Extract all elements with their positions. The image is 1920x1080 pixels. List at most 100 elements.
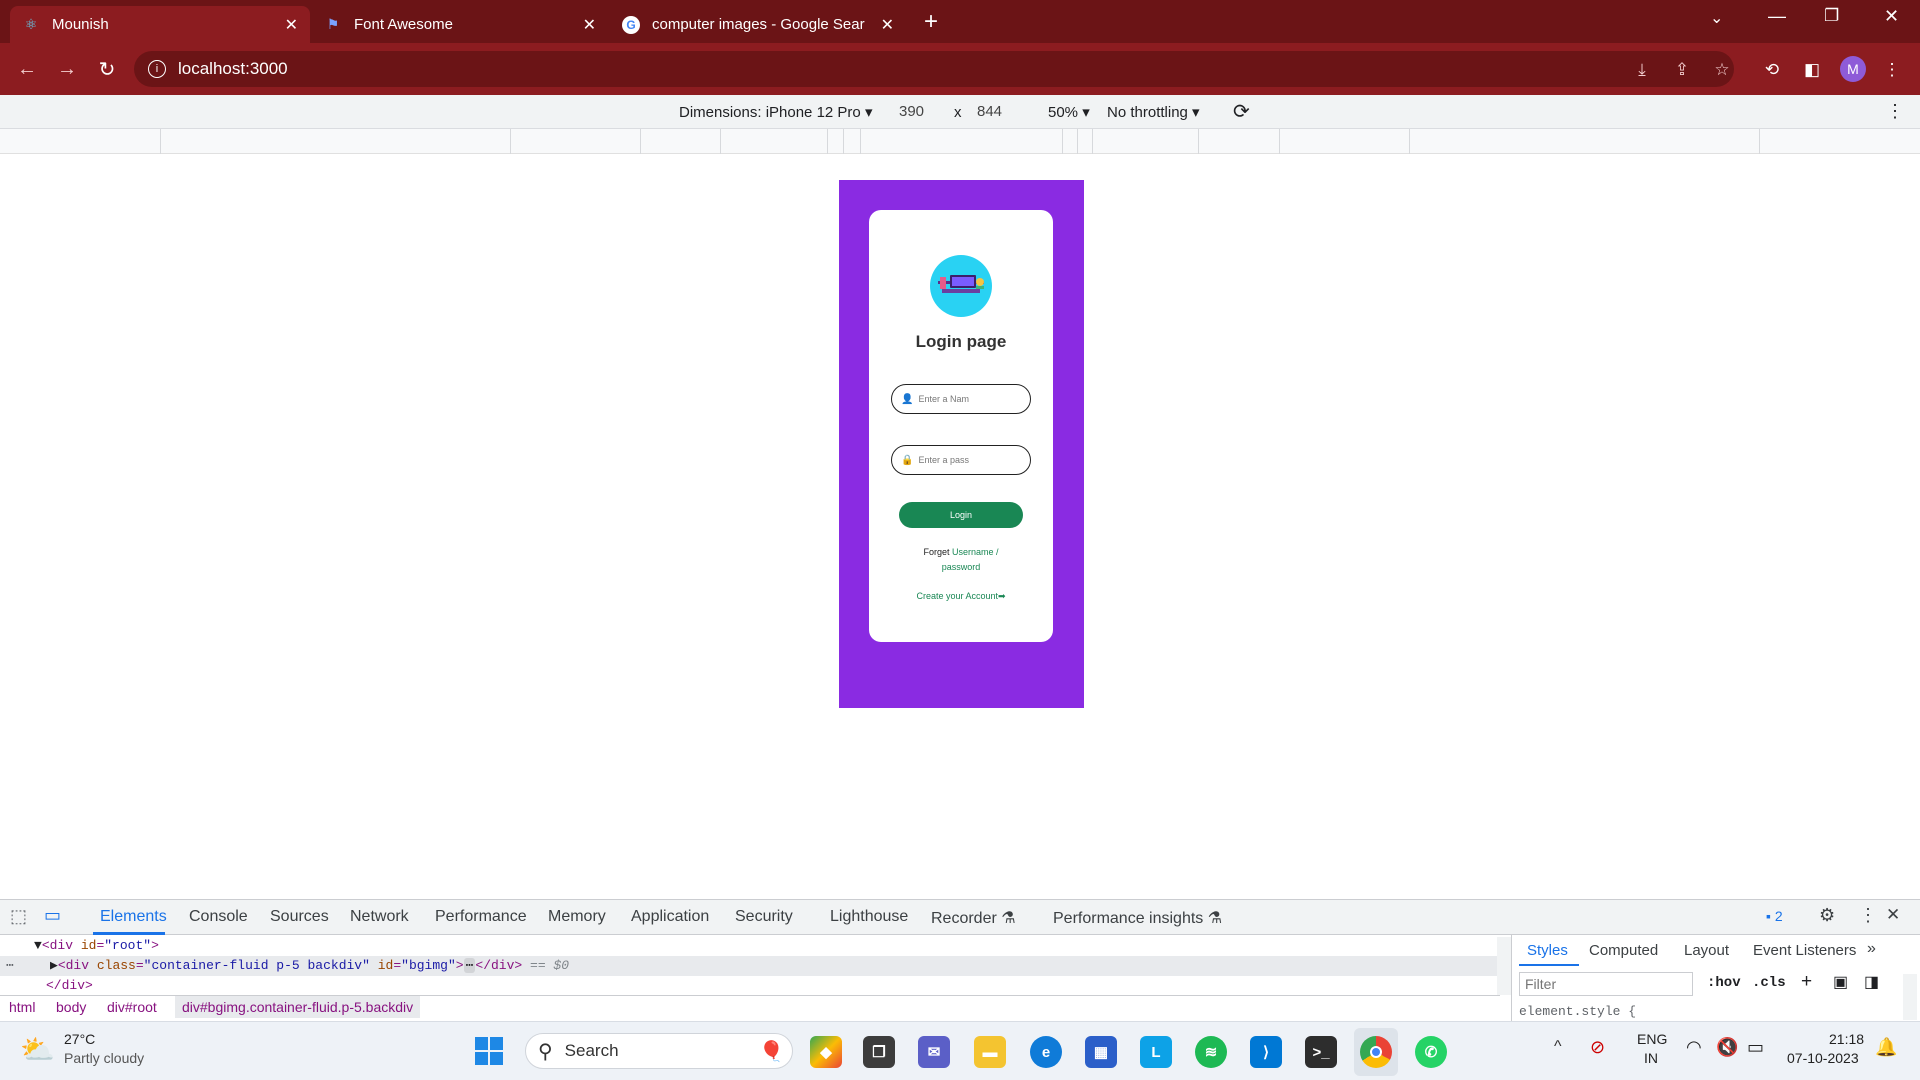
more-tabs-icon[interactable]: » bbox=[1867, 940, 1876, 958]
hov-toggle[interactable]: :hov bbox=[1707, 975, 1741, 991]
cls-toggle[interactable]: .cls bbox=[1752, 975, 1786, 991]
rotate-icon[interactable]: ⟳ bbox=[1233, 99, 1250, 124]
profile-avatar[interactable]: M bbox=[1840, 56, 1866, 82]
reload-icon[interactable]: ↻ bbox=[94, 56, 120, 82]
notification-bell-icon[interactable]: 🔔 bbox=[1875, 1037, 1897, 1058]
tab-lighthouse[interactable]: Lighthouse bbox=[830, 908, 908, 926]
forget-password-link[interactable]: password bbox=[942, 562, 981, 572]
new-style-rule-icon[interactable]: + bbox=[1801, 971, 1812, 993]
tab-performance-insights[interactable]: Performance insights ⚗ bbox=[1053, 908, 1222, 928]
clock-date[interactable]: 07-10-2023 bbox=[1787, 1050, 1859, 1066]
width-input[interactable]: 390 bbox=[899, 103, 924, 120]
whatsapp-icon[interactable]: ✆ bbox=[1415, 1036, 1447, 1068]
task-view-icon[interactable]: ❐ bbox=[863, 1036, 895, 1068]
share-icon[interactable]: ⇪ bbox=[1670, 58, 1694, 82]
dom-node-root[interactable]: ▼<div id="root"> bbox=[34, 938, 159, 953]
tab-network[interactable]: Network bbox=[350, 908, 409, 926]
site-info-icon[interactable]: i bbox=[148, 60, 166, 78]
inspect-element-icon[interactable]: ⬚ bbox=[10, 906, 27, 927]
create-account-link[interactable]: Create your Account➡ bbox=[869, 591, 1053, 602]
breadcrumb-html[interactable]: html bbox=[9, 999, 35, 1015]
battery-icon[interactable]: ▭ bbox=[1747, 1037, 1764, 1058]
settings-gear-icon[interactable]: ⚙ bbox=[1819, 905, 1835, 926]
close-window-icon[interactable]: ✕ bbox=[1884, 6, 1899, 27]
back-icon[interactable]: ← bbox=[14, 56, 40, 82]
language-eng[interactable]: ENG bbox=[1637, 1031, 1667, 1047]
forget-username-link[interactable]: Username / bbox=[952, 547, 999, 557]
issues-badge[interactable]: ▪ 2 bbox=[1766, 908, 1783, 924]
volume-muted-icon[interactable]: 🔇 bbox=[1716, 1037, 1738, 1058]
device-toolbar-more-icon[interactable]: ⋮ bbox=[1886, 101, 1904, 122]
collapse-triangle-icon[interactable]: ▼ bbox=[34, 938, 42, 953]
spotify-icon[interactable]: ≋ bbox=[1195, 1036, 1227, 1068]
styles-filter-input[interactable] bbox=[1519, 972, 1693, 996]
tab-search-icon[interactable]: ⌄ bbox=[1710, 8, 1723, 28]
close-tab-icon[interactable]: ✕ bbox=[881, 15, 894, 35]
username-input[interactable]: 👤 Enter a Nam bbox=[891, 384, 1031, 414]
tab-recorder[interactable]: Recorder ⚗ bbox=[931, 908, 1016, 928]
side-panel-icon[interactable]: ◧ bbox=[1800, 58, 1824, 82]
paint-brush-icon[interactable]: ▣ bbox=[1833, 972, 1848, 992]
show-hidden-icons[interactable]: ^ bbox=[1554, 1038, 1562, 1056]
weather-cloud-icon[interactable]: ⛅ bbox=[20, 1033, 55, 1066]
bookmark-star-icon[interactable]: ☆ bbox=[1710, 58, 1734, 82]
menu-kebab-icon[interactable]: ⋮ bbox=[1880, 58, 1904, 82]
tab-performance[interactable]: Performance bbox=[435, 908, 527, 926]
chat-icon[interactable]: ✉ bbox=[918, 1036, 950, 1068]
tab-elements[interactable]: Elements bbox=[100, 908, 167, 926]
taskbar-search[interactable]: ⚲ Search 🎈 bbox=[525, 1033, 793, 1069]
dom-node-bgimg[interactable]: ▶<div class="container-fluid p-5 backdiv… bbox=[50, 958, 569, 973]
throttling-select[interactable]: No throttling ▾ bbox=[1107, 103, 1200, 121]
tab-google-search[interactable]: G computer images - Google Sear ✕ bbox=[610, 6, 906, 43]
microsoft-store-icon[interactable]: ▦ bbox=[1085, 1036, 1117, 1068]
zoom-select[interactable]: 50% ▾ bbox=[1048, 103, 1090, 121]
new-tab-button[interactable]: + bbox=[924, 8, 938, 36]
ellipsis-icon[interactable]: ⋯ bbox=[463, 958, 476, 973]
chrome-icon[interactable] bbox=[1360, 1036, 1392, 1068]
tab-styles[interactable]: Styles bbox=[1527, 942, 1568, 959]
windows-start-icon[interactable] bbox=[474, 1036, 504, 1066]
device-dimensions-select[interactable]: Dimensions: iPhone 12 Pro ▾ bbox=[679, 103, 872, 121]
tab-computed[interactable]: Computed bbox=[1589, 942, 1658, 959]
tab-font-awesome[interactable]: ⚑ Font Awesome ✕ bbox=[312, 6, 608, 43]
address-bar[interactable]: i localhost:3000 bbox=[134, 51, 1734, 87]
vscode-icon[interactable]: ⟩ bbox=[1250, 1036, 1282, 1068]
tab-event-listeners[interactable]: Event Listeners bbox=[1753, 942, 1856, 959]
close-tab-icon[interactable]: ✕ bbox=[583, 15, 596, 35]
close-devtools-icon[interactable]: ✕ bbox=[1886, 905, 1900, 925]
l-app-icon[interactable]: L bbox=[1140, 1036, 1172, 1068]
sidebar-toggle-icon[interactable]: ◨ bbox=[1864, 972, 1879, 992]
height-input[interactable]: 844 bbox=[977, 103, 1002, 120]
weather-condition[interactable]: Partly cloudy bbox=[64, 1050, 144, 1066]
login-button[interactable]: Login bbox=[899, 502, 1023, 528]
tab-mounish[interactable]: ⚛ Mounish ✕ bbox=[10, 6, 310, 43]
antivirus-icon[interactable]: ⊘ bbox=[1590, 1037, 1605, 1058]
weather-temperature[interactable]: 27°C bbox=[64, 1031, 95, 1047]
forward-icon[interactable]: → bbox=[54, 56, 80, 82]
expand-triangle-icon[interactable]: ▶ bbox=[50, 958, 58, 973]
device-toggle-icon[interactable]: ▭ bbox=[44, 905, 61, 926]
file-explorer-icon[interactable]: ▬ bbox=[974, 1036, 1006, 1068]
styles-scrollbar[interactable] bbox=[1903, 974, 1917, 1020]
tab-layout[interactable]: Layout bbox=[1684, 942, 1729, 959]
breadcrumb-div-bgimg[interactable]: div#bgimg.container-fluid.p-5.backdiv bbox=[175, 996, 421, 1018]
language-in[interactable]: IN bbox=[1644, 1050, 1658, 1066]
terminal-icon[interactable]: >_ bbox=[1305, 1036, 1337, 1068]
tab-application[interactable]: Application bbox=[631, 908, 709, 926]
password-input[interactable]: 🔒 Enter a pass bbox=[891, 445, 1031, 475]
devtools-more-icon[interactable]: ⋮ bbox=[1859, 905, 1877, 926]
minimize-icon[interactable]: — bbox=[1768, 6, 1786, 27]
wifi-icon[interactable]: ◠ bbox=[1686, 1037, 1702, 1058]
tab-sources[interactable]: Sources bbox=[270, 908, 329, 926]
tab-memory[interactable]: Memory bbox=[548, 908, 606, 926]
restore-icon[interactable]: ❐ bbox=[1824, 6, 1839, 26]
clock-time[interactable]: 21:18 bbox=[1829, 1031, 1864, 1047]
tab-console[interactable]: Console bbox=[189, 908, 248, 926]
breadcrumb-body[interactable]: body bbox=[56, 999, 86, 1015]
dom-scrollbar[interactable] bbox=[1497, 937, 1511, 995]
install-app-icon[interactable]: ⤓ bbox=[1630, 58, 1654, 82]
tab-security[interactable]: Security bbox=[735, 908, 793, 926]
element-style-rule[interactable]: element.style { bbox=[1519, 1004, 1636, 1018]
extension-icon[interactable]: ⟲ bbox=[1760, 58, 1784, 82]
copilot-preview-icon[interactable]: ◆ bbox=[810, 1036, 842, 1068]
